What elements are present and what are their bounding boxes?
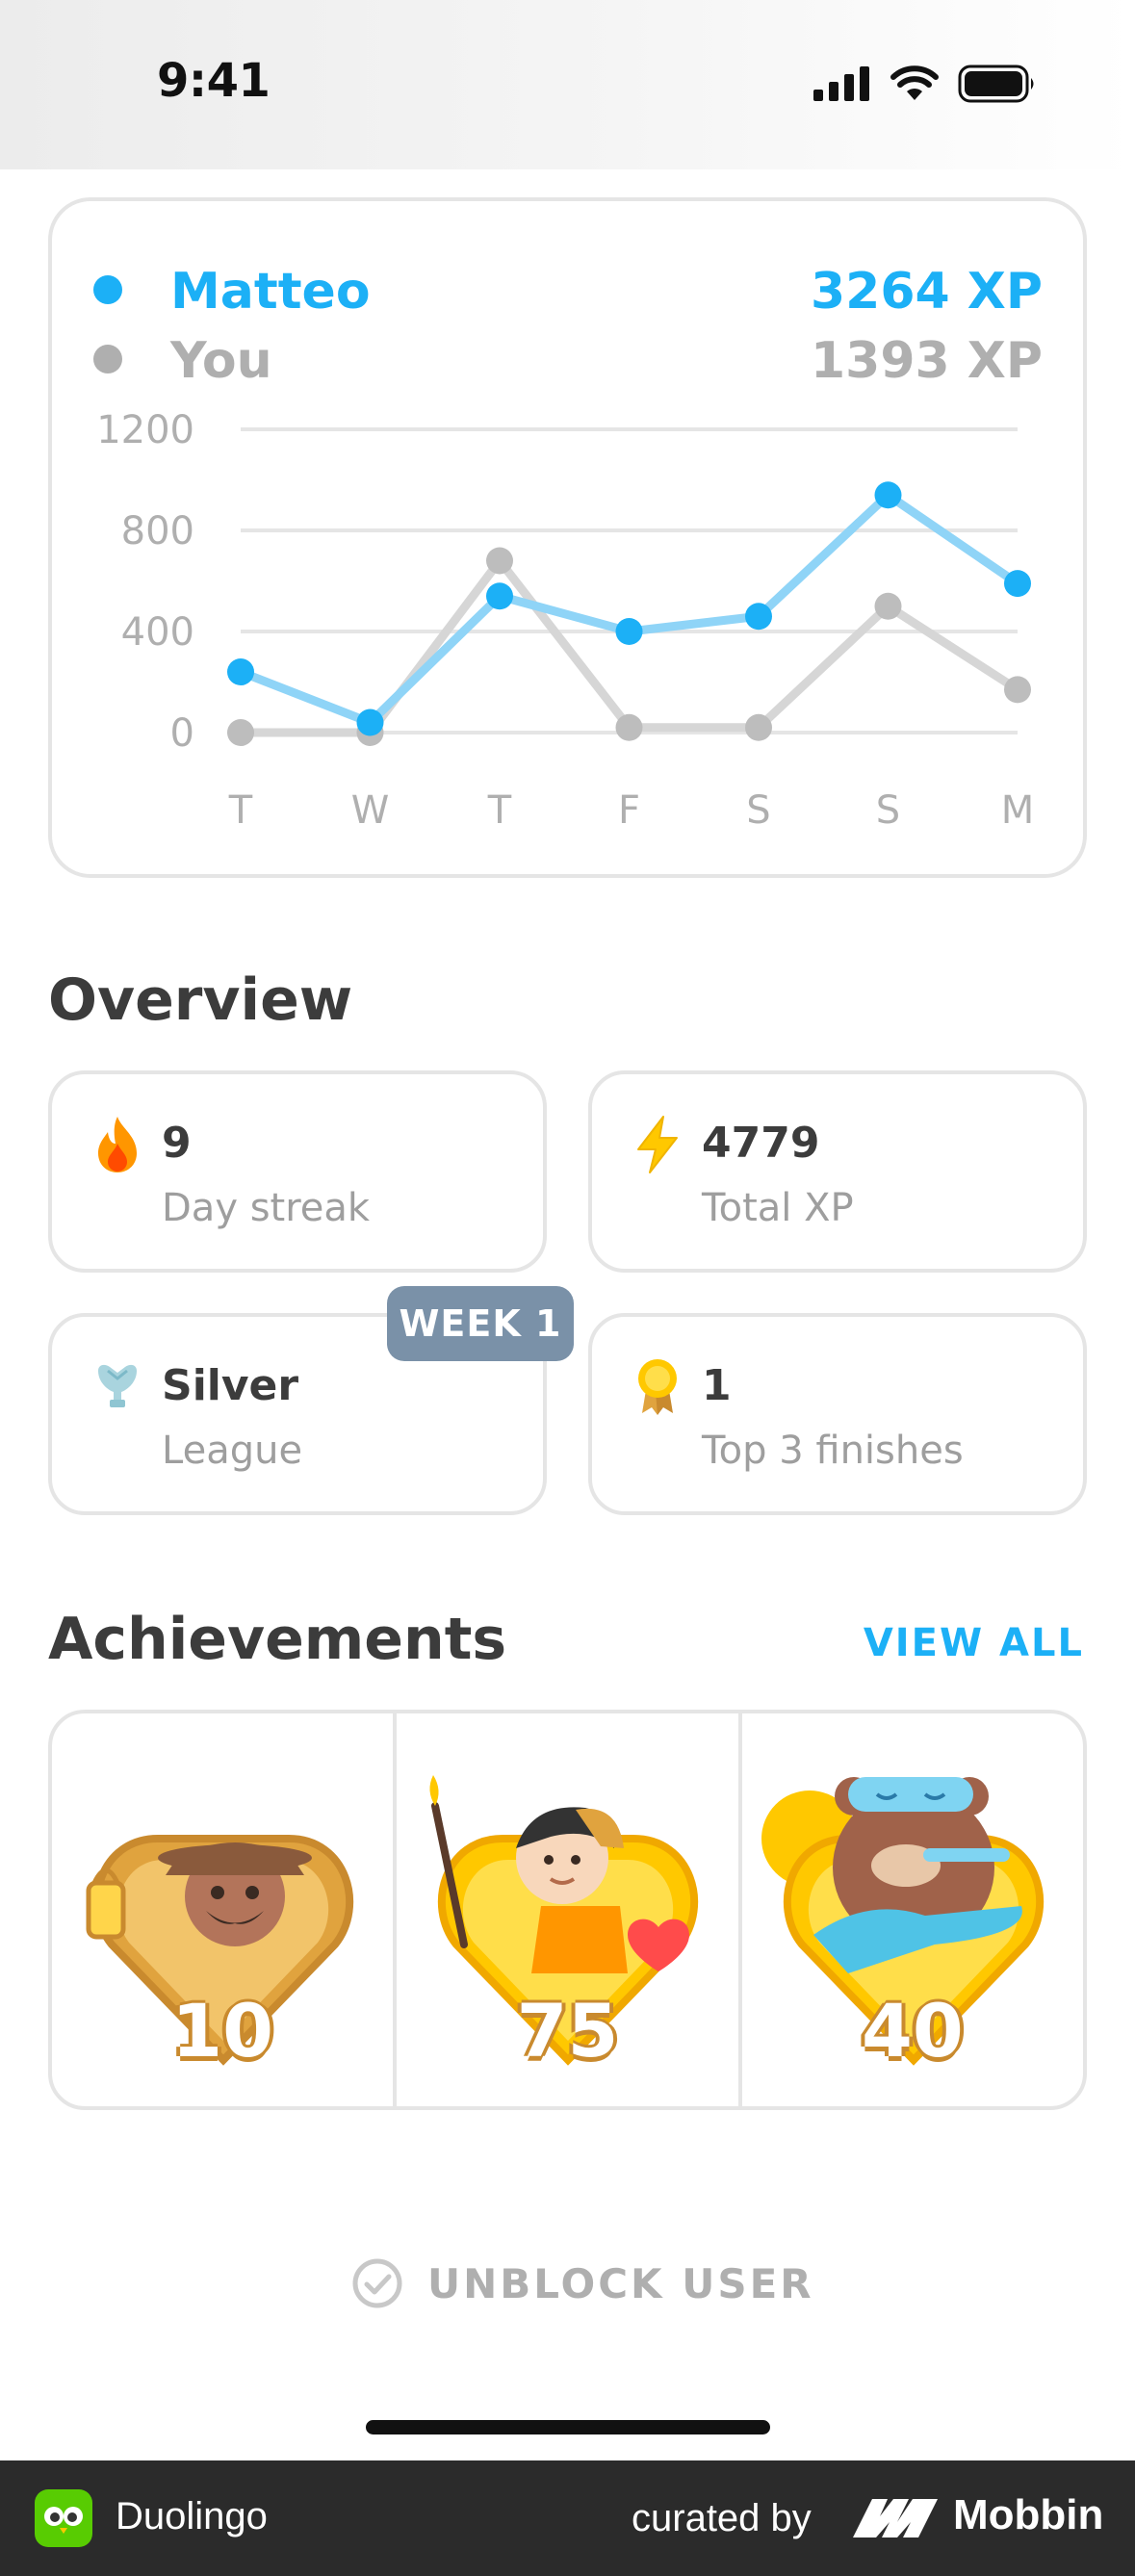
status-bar: 9:41	[0, 0, 1135, 169]
achievement-item[interactable]: 75	[393, 1713, 737, 2106]
unblock-user-button[interactable]: UNBLOCK USER	[350, 2254, 814, 2312]
achievements-card: 10 75 40	[48, 1710, 1087, 2110]
friend-data-point	[745, 603, 772, 631]
y-tick-label: 0	[170, 711, 194, 756]
x-tick-label: F	[618, 788, 640, 833]
x-tick-label: T	[228, 788, 253, 833]
streak-label: Day streak	[162, 1186, 371, 1230]
friend-data-point	[227, 658, 254, 685]
friend-data-point	[486, 582, 513, 610]
wifi-icon	[890, 65, 939, 100]
streak-value: 9	[162, 1119, 192, 1168]
total-xp-label: Total XP	[702, 1186, 854, 1230]
y-tick-label: 800	[121, 509, 194, 554]
lightning-bolt-icon	[637, 1116, 678, 1173]
total-xp-value: 4779	[702, 1119, 820, 1168]
league-label: League	[162, 1429, 303, 1473]
total-xp-stat-card: 4779 Total XP	[588, 1070, 1087, 1273]
friend-data-point	[874, 481, 902, 509]
friend-data-point	[356, 708, 384, 736]
xp-comparison-card: Matteo 3264 XP You 1393 XP 1200 800 400 0 T W…	[48, 197, 1087, 878]
check-circle-icon	[352, 2258, 402, 2308]
overview-title: Overview	[48, 966, 353, 1034]
you-series-line	[236, 556, 1022, 737]
x-tick-label: S	[746, 788, 770, 833]
achievement-value: 40	[861, 1988, 964, 2074]
x-tick-label: W	[351, 788, 390, 833]
streak-stat-card: 9 Day streak	[48, 1070, 547, 1273]
mobbin-logo-icon	[853, 2499, 938, 2537]
achievement-value: 10	[171, 1988, 274, 2074]
x-tick-label: M	[1001, 788, 1035, 833]
you-data-point	[745, 713, 772, 741]
duolingo-owl-icon	[35, 2489, 92, 2547]
you-data-point	[874, 592, 902, 620]
weekly-xp-line-chart: 12008004000T W T F S S M	[96, 408, 1035, 833]
y-tick-label: 1200	[96, 408, 194, 452]
gold-medal-icon	[638, 1359, 677, 1415]
footer-curated-label: curated by	[632, 2497, 812, 2539]
footer-brand-name: Mobbin	[953, 2491, 1104, 2538]
you-data-point	[227, 719, 254, 746]
x-tick-label: S	[876, 788, 900, 833]
top3-stat-card: 1 Top 3 finishes	[588, 1313, 1087, 1515]
achievement-item[interactable]: 10	[52, 1713, 393, 2106]
top3-value: 1	[702, 1361, 732, 1410]
cellular-signal-icon	[813, 66, 869, 101]
fire-icon	[98, 1117, 137, 1172]
y-tick-label: 400	[121, 610, 194, 655]
home-indicator[interactable]	[366, 2420, 770, 2434]
achievement-value: 75	[516, 1988, 619, 2074]
achievement-item[interactable]: 40	[737, 1713, 1083, 2106]
you-data-point	[615, 713, 643, 741]
friend-data-point	[1004, 570, 1031, 598]
x-tick-label: T	[487, 788, 512, 833]
status-time: 9:41	[157, 54, 271, 108]
battery-icon	[958, 64, 1034, 103]
silver-trophy-icon	[98, 1364, 137, 1407]
achievements-title: Achievements	[48, 1606, 507, 1673]
status-icons	[813, 64, 1037, 104]
mobbin-footer: Duolingo curated by Mobbin	[0, 2460, 1135, 2576]
league-value: Silver	[162, 1361, 299, 1410]
view-all-achievements-link[interactable]: VIEW ALL	[864, 1621, 1084, 1665]
friend-data-point	[615, 618, 643, 645]
top3-label: Top 3 finishes	[702, 1429, 964, 1473]
you-data-point	[486, 547, 513, 575]
unblock-user-label: UNBLOCK USER	[427, 2259, 814, 2307]
footer-app-name: Duolingo	[116, 2495, 268, 2537]
week-badge: WEEK 1	[387, 1286, 574, 1361]
you-data-point	[1004, 676, 1031, 704]
